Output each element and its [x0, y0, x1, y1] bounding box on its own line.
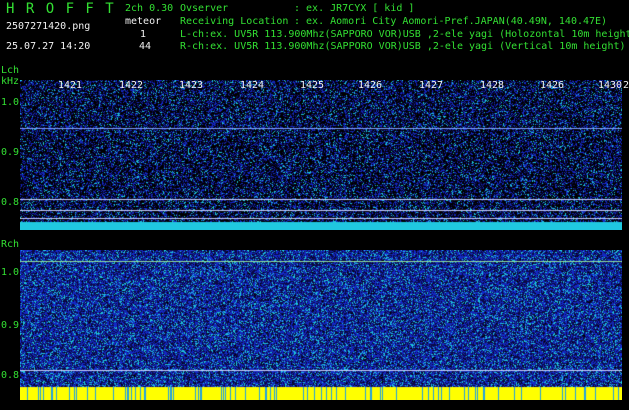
lch-ytick-1-0: 1.0 — [1, 97, 20, 108]
rch-ytick-0-9: 0.9 — [1, 320, 20, 331]
observer-value: : ex. JR7CYX [ kid ] — [294, 3, 415, 14]
observer-label: Ovserver — [180, 3, 229, 14]
rch-channel-label: Rch — [1, 239, 20, 250]
lch-ytick-0-9: 0.9 — [1, 147, 20, 158]
meteor-count-lch: 1 — [140, 29, 147, 40]
time-tick-1424: 1424 — [240, 80, 265, 91]
lch-spectrogram-canvas — [20, 80, 622, 230]
mode-label: 2ch 0.30 — [125, 3, 174, 14]
time-tick-edge: 2 — [623, 80, 629, 91]
time-tick-1427: 1427 — [419, 80, 444, 91]
lch-spectrogram — [20, 80, 622, 230]
meteor-label: meteor — [125, 16, 162, 27]
rch-ytick-1-0: 1.0 — [1, 267, 20, 278]
time-tick-1426b: 1426 — [540, 80, 565, 91]
time-tick-1428: 1428 — [480, 80, 505, 91]
rch-spectrogram — [20, 250, 622, 400]
filename-label: 2507271420.png — [6, 21, 91, 32]
datetime-label: 25.07.27 14:20 — [6, 41, 91, 52]
time-tick-1425: 1425 — [300, 80, 325, 91]
app-title: H R O F F T — [6, 1, 116, 17]
lch-ytick-0-8: 0.8 — [1, 197, 20, 208]
rch-ytick-0-8: 0.8 — [1, 370, 20, 381]
rch-receiver-info: R-ch:ex. UV5R 113.900Mhz(SAPPORO VOR)USB… — [180, 41, 626, 52]
time-tick-1430: 1430 — [598, 80, 623, 91]
rch-spectrogram-canvas — [20, 250, 622, 400]
time-tick-1422: 1422 — [119, 80, 144, 91]
time-tick-1426: 1426 — [358, 80, 383, 91]
lch-channel-label: Lch — [1, 65, 20, 76]
lch-unit-label: kHz — [1, 76, 20, 87]
location-label: Receiving Location — [180, 16, 289, 27]
location-value: : ex. Aomori City Aomori-Pref.JAPAN(40.4… — [294, 16, 608, 27]
meteor-count-rch: 44 — [139, 41, 152, 52]
time-tick-1423: 1423 — [179, 80, 204, 91]
lch-receiver-info: L-ch:ex. UV5R 113.900Mhz(SAPPORO VOR)USB… — [180, 29, 629, 40]
time-tick-1421: 1421 — [58, 80, 83, 91]
